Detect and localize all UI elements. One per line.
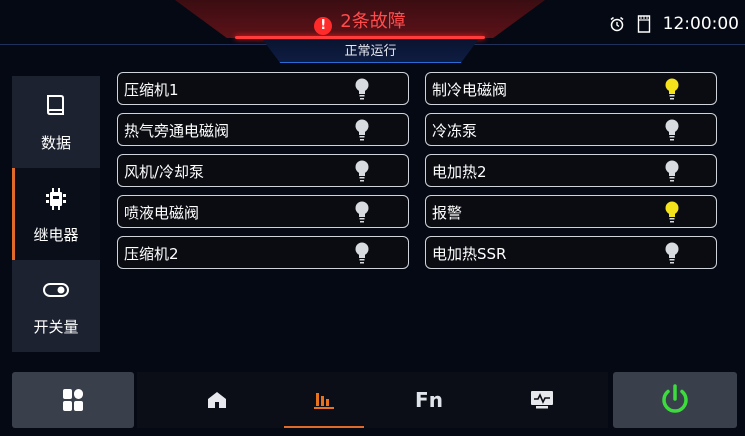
relay-label: 热气旁通电磁阀 [124, 122, 230, 140]
bulb-off-icon [665, 160, 679, 182]
relay-label: 冷冻泵 [432, 122, 478, 140]
nav-chart[interactable] [284, 372, 364, 428]
relay-chilled-water-pump[interactable]: 冷冻泵 [425, 113, 717, 146]
active-indicator [12, 168, 15, 260]
bulb-off-icon [665, 119, 679, 141]
relay-fan-cooling-pump[interactable]: 风机/冷却泵 [117, 154, 409, 187]
relay-label: 电加热2 [432, 163, 487, 181]
nav-fn[interactable]: Fn [389, 372, 469, 428]
relay-label: 风机/冷却泵 [124, 163, 205, 181]
nav-monitor[interactable] [502, 372, 582, 428]
bulb-off-icon [355, 160, 369, 182]
relay-alarm[interactable]: 报警 [425, 195, 717, 228]
sidebar-item-relay[interactable]: 继电器 [12, 168, 100, 260]
monitor-icon [531, 391, 553, 409]
bulb-off-icon [355, 201, 369, 223]
relay-cooling-solenoid-valve[interactable]: 制冷电磁阀 [425, 72, 717, 105]
toggle-icon [43, 283, 69, 297]
bulb-off-icon [665, 242, 679, 264]
bulb-off-icon [355, 78, 369, 100]
sd-card-icon [637, 15, 650, 33]
power-icon [662, 384, 688, 413]
clock-time: 12:00:00 [662, 14, 739, 34]
app-root: ! 2条故障 正常运行 12:00:00 数据 继电器 开关量 压缩机1 热气旁… [0, 0, 745, 436]
bulb-on-icon [665, 78, 679, 100]
bulb-on-icon [665, 201, 679, 223]
sidebar: 数据 继电器 开关量 [12, 76, 100, 352]
bar-chart-icon [314, 393, 334, 409]
relay-label: 报警 [432, 204, 463, 222]
power-button[interactable] [613, 372, 737, 428]
relay-electric-heater-ssr[interactable]: 电加热SSR [425, 236, 717, 269]
sidebar-item-switch[interactable]: 开关量 [12, 260, 100, 352]
relay-label: 电加热SSR [432, 245, 507, 263]
sidebar-item-data[interactable]: 数据 [12, 76, 100, 168]
apps-button[interactable] [12, 372, 134, 428]
relay-liquid-injection-valve[interactable]: 喷液电磁阀 [117, 195, 409, 228]
bulb-off-icon [355, 242, 369, 264]
relay-compressor-1[interactable]: 压缩机1 [117, 72, 409, 105]
sidebar-item-label: 开关量 [33, 318, 79, 336]
home-icon [208, 392, 226, 408]
relay-label: 压缩机1 [124, 81, 179, 99]
relay-label: 喷液电磁阀 [124, 204, 200, 222]
fault-glow-line [235, 36, 485, 39]
book-icon [47, 95, 64, 115]
bottom-bar: Fn [0, 368, 745, 436]
fn-label: Fn [415, 388, 443, 412]
grid-icon [63, 389, 83, 411]
run-status: 正常运行 [263, 40, 478, 63]
relay-icon [46, 188, 66, 210]
bulb-off-icon [355, 119, 369, 141]
nav-active-indicator [284, 426, 364, 428]
relay-hot-gas-bypass-valve[interactable]: 热气旁通电磁阀 [117, 113, 409, 146]
bottom-nav: Fn [137, 372, 608, 428]
alert-circle-icon: ! [314, 17, 333, 35]
fault-count-text: 2条故障 [340, 11, 406, 32]
relay-label: 压缩机2 [124, 245, 179, 263]
relay-electric-heater-2[interactable]: 电加热2 [425, 154, 717, 187]
relay-label: 制冷电磁阀 [432, 81, 508, 99]
relay-compressor-2[interactable]: 压缩机2 [117, 236, 409, 269]
nav-home[interactable] [177, 372, 257, 428]
sidebar-item-label: 数据 [40, 134, 71, 152]
alarm-clock-icon [610, 16, 624, 32]
status-area: 12:00:00 [609, 12, 739, 36]
sidebar-item-label: 继电器 [33, 226, 79, 244]
